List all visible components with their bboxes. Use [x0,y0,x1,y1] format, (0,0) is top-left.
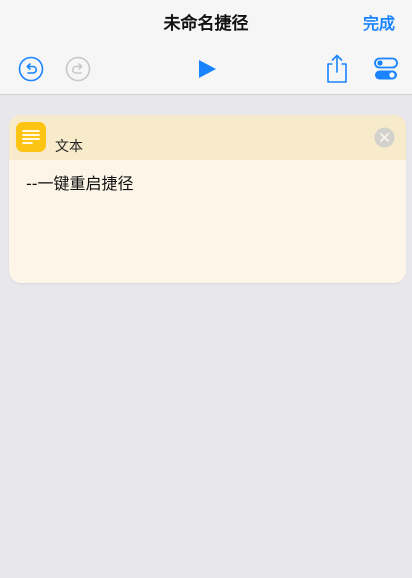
text-content-field[interactable]: --一键重启捷径 [26,170,391,194]
text-lines-icon [16,122,46,152]
play-icon[interactable] [195,57,219,81]
share-icon[interactable] [324,53,350,85]
text-action-card[interactable]: 文本 --一键重启捷径 [9,115,406,283]
close-icon[interactable] [374,127,395,148]
action-title: 文本 [55,139,83,155]
page-title: 未命名捷径 [163,14,249,34]
action-header: 文本 [9,115,406,160]
done-button[interactable]: 完成 [363,10,395,34]
redo-icon[interactable] [65,56,91,82]
undo-icon[interactable] [18,56,44,82]
toggles-icon[interactable] [374,57,398,81]
navigation-bar: 未命名捷径 完成 [0,0,412,95]
